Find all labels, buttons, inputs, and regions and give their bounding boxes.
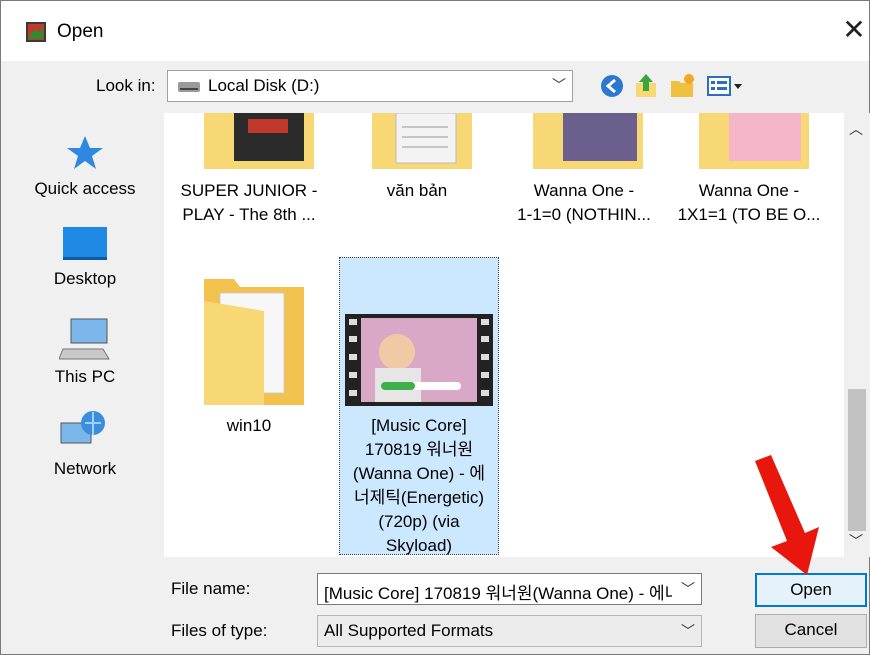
place-label: This PC [54, 367, 116, 386]
look-in-value: Local Disk (D:) [208, 76, 320, 95]
files-of-type-value: All Supported Formats [324, 621, 494, 640]
vertical-scrollbar[interactable]: ︿ ﹀ [844, 113, 870, 557]
folder-item[interactable]: Wanna One - 1X1=1 (TO BE O... [669, 113, 829, 233]
place-quick-access[interactable]: Quick access [17, 133, 153, 199]
file-name-combobox[interactable]: [Music Core] 170819 워너원(Wanna One) - 에너 … [317, 573, 702, 605]
look-in-label: Look in: [96, 76, 156, 95]
scroll-down-icon[interactable]: ﹀ [849, 531, 863, 551]
scroll-up-icon[interactable]: ︿ [849, 119, 863, 139]
place-this-pc[interactable]: This PC [17, 317, 153, 387]
folder-label: SUPER JUNIOR - PLAY - The 8th ... [180, 181, 318, 224]
place-network[interactable]: Network [17, 409, 153, 479]
app-icon [26, 22, 46, 42]
title-bar: Open ✕ [1, 1, 869, 61]
file-name-input[interactable]: [Music Core] 170819 워너원(Wanna One) - 에너 [324, 579, 672, 604]
places-bar: Quick access Desktop This PC Network [17, 113, 153, 557]
folder-item[interactable]: SUPER JUNIOR - PLAY - The 8th ... [174, 113, 324, 233]
folder-item[interactable]: win10 [174, 259, 324, 439]
back-icon[interactable] [598, 71, 626, 101]
desktop-icon [63, 227, 107, 260]
folder-icon [204, 279, 304, 405]
video-thumbnail-icon [345, 314, 493, 406]
view-menu-icon[interactable] [705, 71, 745, 101]
drive-icon [178, 82, 200, 92]
chevron-down-icon: ﹀ [552, 77, 566, 93]
open-dialog: Open ✕ Look in: Local Disk (D:) ﹀ Quick … [0, 0, 870, 655]
red-arrow-annotation-icon [755, 455, 819, 575]
scrollbar-thumb[interactable] [848, 389, 866, 531]
folder-label: win10 [226, 416, 272, 435]
video-file-item[interactable]: [Music Core] 170819 워너원 (Wanna One) - 에 … [339, 257, 499, 555]
folder-icon [699, 113, 809, 169]
close-button[interactable]: ✕ [839, 15, 869, 45]
computer-icon [59, 318, 110, 360]
cancel-button[interactable]: Cancel [755, 614, 867, 648]
chevron-down-icon[interactable]: ﹀ [681, 579, 695, 599]
files-of-type-dropdown[interactable]: All Supported Formats ﹀ [317, 615, 702, 647]
folder-icon [372, 113, 472, 169]
network-icon [60, 411, 105, 444]
folder-item[interactable]: văn bản [342, 113, 492, 213]
place-label: Quick access [34, 179, 136, 198]
folder-item[interactable]: Wanna One - 1-1=0 (NOTHIN... [509, 113, 659, 233]
place-label: Network [53, 459, 117, 478]
look-in-dropdown[interactable]: Local Disk (D:) ﹀ [167, 70, 573, 102]
folder-label: văn bản [386, 181, 448, 200]
star-icon [67, 136, 103, 169]
new-folder-icon[interactable] [668, 71, 696, 101]
up-folder-icon[interactable] [632, 71, 660, 101]
place-label: Desktop [53, 269, 117, 288]
folder-icon [533, 113, 643, 169]
folder-label: Wanna One - 1-1=0 (NOTHIN... [517, 181, 651, 224]
folder-icon [204, 113, 314, 169]
folder-label: Wanna One - 1X1=1 (TO BE O... [677, 181, 821, 224]
file-name-label: File name: [171, 579, 251, 598]
video-file-label: [Music Core] 170819 워너원 (Wanna One) - 에 … [352, 416, 486, 555]
files-of-type-label: Files of type: [171, 621, 268, 640]
chevron-down-icon: ﹀ [681, 623, 695, 639]
place-desktop[interactable]: Desktop [17, 225, 153, 289]
window-title: Open [57, 21, 104, 42]
